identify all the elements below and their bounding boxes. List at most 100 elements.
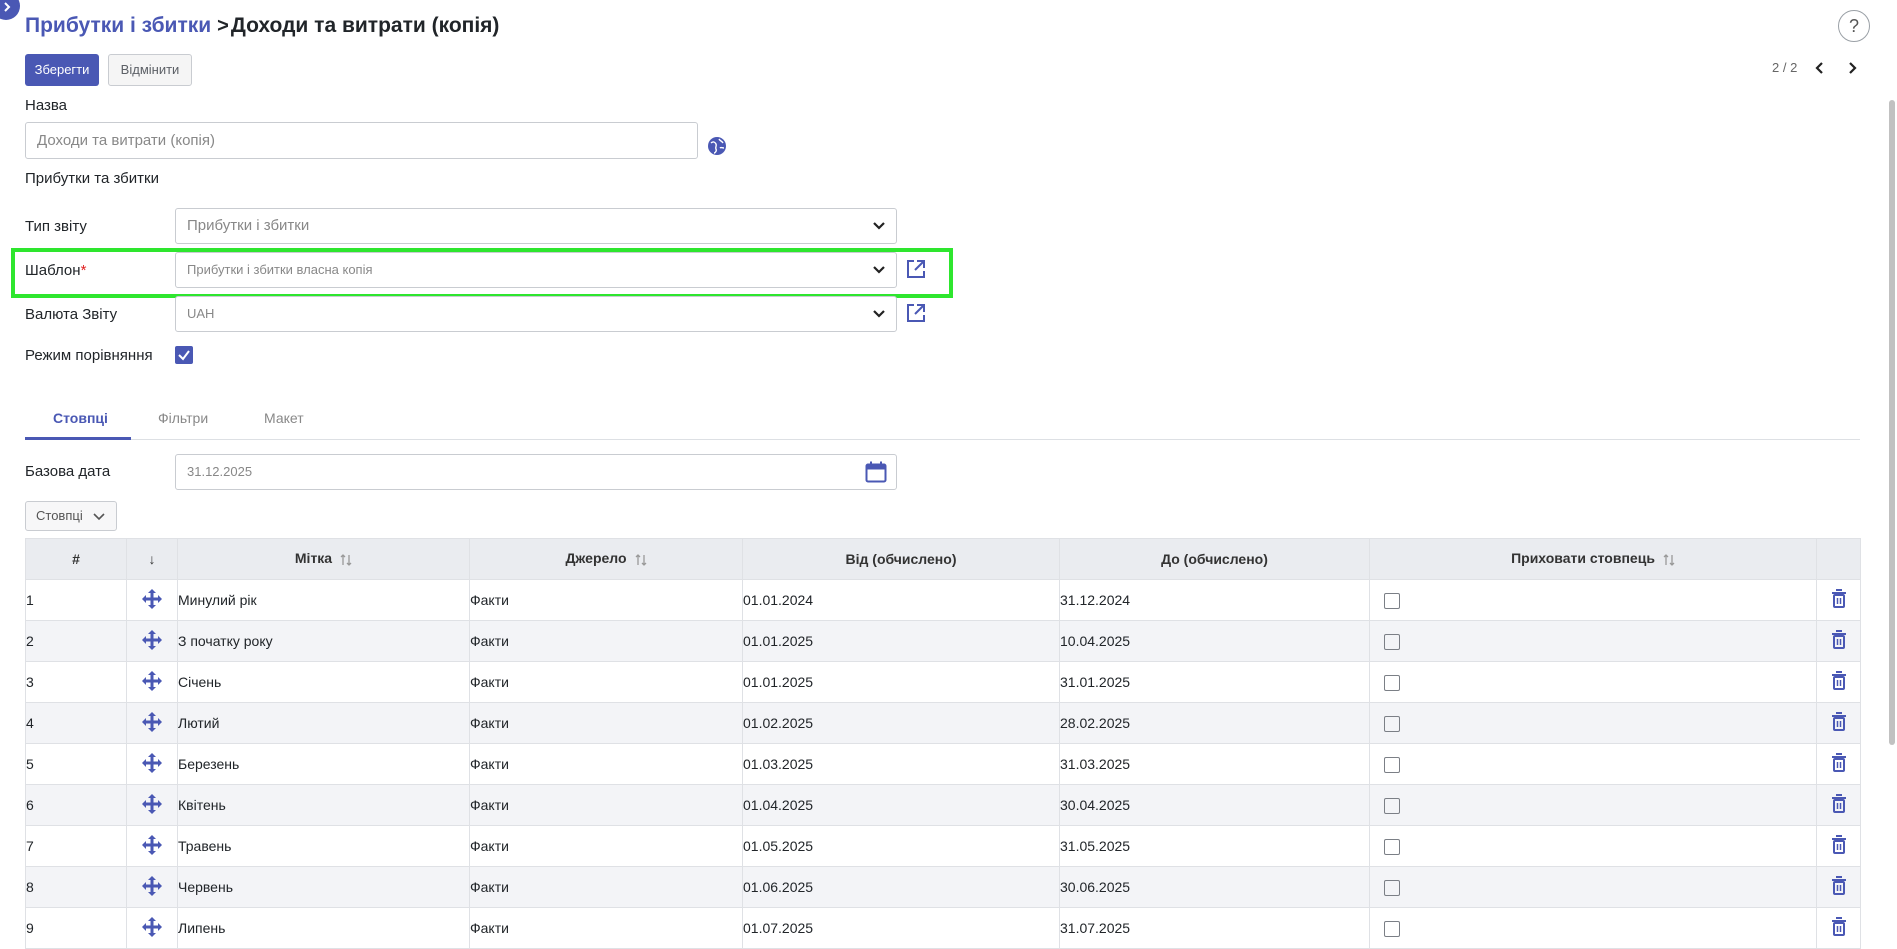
move-icon[interactable] xyxy=(141,670,163,692)
row-source[interactable]: Факти xyxy=(469,784,743,826)
row-drag-handle[interactable] xyxy=(126,702,178,744)
move-icon[interactable] xyxy=(141,834,163,856)
tab-columns[interactable]: Стовпці xyxy=(53,410,108,426)
trash-icon[interactable] xyxy=(1831,629,1847,650)
sort-icon[interactable] xyxy=(1663,552,1675,568)
move-icon[interactable] xyxy=(141,588,163,610)
row-delete-button[interactable] xyxy=(1816,620,1861,662)
save-button[interactable]: Зберегти xyxy=(25,54,99,86)
pager-prev-icon[interactable] xyxy=(1814,61,1826,75)
cancel-button[interactable]: Відмінити xyxy=(108,54,192,86)
hide-column-checkbox[interactable] xyxy=(1384,920,1400,937)
row-source[interactable]: Факти xyxy=(469,620,743,662)
row-label[interactable]: Травень xyxy=(177,825,470,867)
row-label[interactable]: Січень xyxy=(177,661,470,703)
base-date-input[interactable]: 31.12.2025 xyxy=(175,454,897,490)
trash-icon[interactable] xyxy=(1831,875,1847,896)
report-type-select[interactable]: Прибутки і збитки xyxy=(175,208,897,244)
col-header-hide[interactable]: Приховати стовпець xyxy=(1369,538,1817,580)
hide-column-checkbox[interactable] xyxy=(1384,756,1400,773)
row-drag-handle[interactable] xyxy=(126,784,178,826)
tab-layout[interactable]: Макет xyxy=(264,410,304,426)
help-button[interactable]: ? xyxy=(1838,10,1870,42)
globe-icon[interactable] xyxy=(707,136,727,156)
breadcrumb-parent-link[interactable]: Прибутки і збитки xyxy=(25,14,211,37)
row-source[interactable]: Факти xyxy=(469,825,743,867)
move-icon[interactable] xyxy=(141,793,163,815)
row-source[interactable]: Факти xyxy=(469,702,743,744)
row-label[interactable]: Минулий рік xyxy=(177,579,470,621)
name-input[interactable]: Доходи та витрати (копія) xyxy=(25,122,698,159)
sort-icon[interactable] xyxy=(340,552,352,568)
table-row[interactable]: 2 З початку року Факти 01.01.2025 10.04.2025 xyxy=(25,620,1861,662)
hide-column-checkbox[interactable] xyxy=(1384,674,1400,691)
trash-icon[interactable] xyxy=(1831,834,1847,855)
row-label[interactable]: Березень xyxy=(177,743,470,785)
comparison-checkbox[interactable] xyxy=(175,346,193,364)
row-source[interactable]: Факти xyxy=(469,866,743,908)
row-delete-button[interactable] xyxy=(1816,702,1861,744)
row-label[interactable]: Липень xyxy=(177,907,470,949)
row-drag-handle[interactable] xyxy=(126,907,178,949)
hide-column-checkbox[interactable] xyxy=(1384,633,1400,650)
row-drag-handle[interactable] xyxy=(126,743,178,785)
hide-column-checkbox[interactable] xyxy=(1384,838,1400,855)
sort-icon[interactable] xyxy=(635,552,647,568)
template-select[interactable]: Прибутки і збитки власна копія xyxy=(175,252,897,288)
col-header-source[interactable]: Джерело xyxy=(469,538,743,580)
row-source[interactable]: Факти xyxy=(469,907,743,949)
trash-icon[interactable] xyxy=(1831,793,1847,814)
table-row[interactable]: 8 Червень Факти 01.06.2025 30.06.2025 xyxy=(25,866,1861,908)
table-row[interactable]: 5 Березень Факти 01.03.2025 31.03.2025 xyxy=(25,743,1861,785)
row-delete-button[interactable] xyxy=(1816,825,1861,867)
columns-dropdown-button[interactable]: Стовпці xyxy=(25,501,117,531)
row-to-date: 31.05.2025 xyxy=(1059,825,1370,867)
move-icon[interactable] xyxy=(141,711,163,733)
row-drag-handle[interactable] xyxy=(126,866,178,908)
calendar-icon[interactable] xyxy=(865,461,887,483)
page-scrollbar[interactable] xyxy=(1889,100,1895,745)
col-header-label[interactable]: Мітка xyxy=(177,538,470,580)
row-drag-handle[interactable] xyxy=(126,620,178,662)
table-row[interactable]: 4 Лютий Факти 01.02.2025 28.02.2025 xyxy=(25,702,1861,744)
move-icon[interactable] xyxy=(141,875,163,897)
table-row[interactable]: 6 Квітень Факти 01.04.2025 30.04.2025 xyxy=(25,784,1861,826)
trash-icon[interactable] xyxy=(1831,588,1847,609)
pager-next-icon[interactable] xyxy=(1846,61,1858,75)
trash-icon[interactable] xyxy=(1831,670,1847,691)
hide-column-checkbox[interactable] xyxy=(1384,879,1400,896)
tab-filters[interactable]: Фільтри xyxy=(158,410,208,426)
currency-select[interactable]: UAH xyxy=(175,296,897,332)
row-delete-button[interactable] xyxy=(1816,866,1861,908)
row-label[interactable]: З початку року xyxy=(177,620,470,662)
hide-column-checkbox[interactable] xyxy=(1384,715,1400,732)
row-delete-button[interactable] xyxy=(1816,743,1861,785)
row-label[interactable]: Червень xyxy=(177,866,470,908)
row-delete-button[interactable] xyxy=(1816,661,1861,703)
col-header-num: # xyxy=(25,538,127,580)
table-row[interactable]: 7 Травень Факти 01.05.2025 31.05.2025 xyxy=(25,825,1861,867)
row-drag-handle[interactable] xyxy=(126,579,178,621)
row-source[interactable]: Факти xyxy=(469,743,743,785)
row-label[interactable]: Лютий xyxy=(177,702,470,744)
table-row[interactable]: 3 Січень Факти 01.01.2025 31.01.2025 xyxy=(25,661,1861,703)
row-delete-button[interactable] xyxy=(1816,579,1861,621)
row-source[interactable]: Факти xyxy=(469,579,743,621)
row-drag-handle[interactable] xyxy=(126,825,178,867)
move-icon[interactable] xyxy=(141,629,163,651)
table-row[interactable]: 9 Липень Факти 01.07.2025 31.07.2025 xyxy=(25,907,1861,949)
external-link-icon[interactable] xyxy=(906,259,926,279)
trash-icon[interactable] xyxy=(1831,711,1847,732)
trash-icon[interactable] xyxy=(1831,752,1847,773)
row-drag-handle[interactable] xyxy=(126,661,178,703)
row-delete-button[interactable] xyxy=(1816,784,1861,826)
row-label[interactable]: Квітень xyxy=(177,784,470,826)
hide-column-checkbox[interactable] xyxy=(1384,797,1400,814)
hide-column-checkbox[interactable] xyxy=(1384,592,1400,609)
table-row[interactable]: 1 Минулий рік Факти 01.01.2024 31.12.2024 xyxy=(25,579,1861,621)
row-source[interactable]: Факти xyxy=(469,661,743,703)
row-delete-button[interactable] xyxy=(1816,907,1861,949)
move-icon[interactable] xyxy=(141,752,163,774)
sidebar-toggle-button[interactable] xyxy=(0,0,20,20)
external-link-icon[interactable] xyxy=(906,303,926,323)
